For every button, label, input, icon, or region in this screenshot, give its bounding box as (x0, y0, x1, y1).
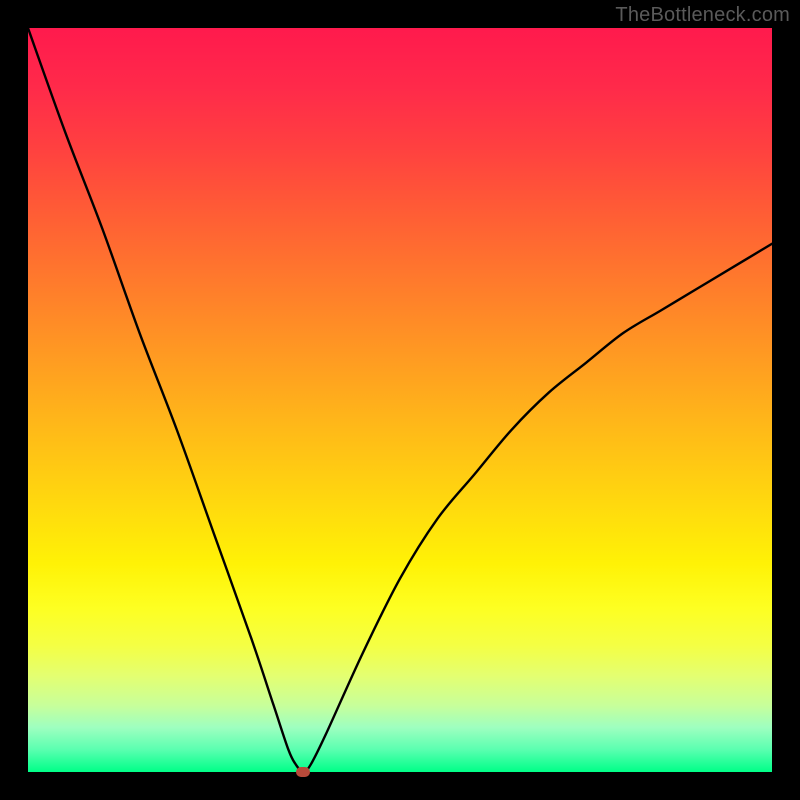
chart-frame: TheBottleneck.com (0, 0, 800, 800)
bottleneck-curve (28, 28, 772, 772)
watermark-text: TheBottleneck.com (615, 4, 790, 27)
plot-area (28, 28, 772, 772)
optimal-point-marker (296, 767, 310, 777)
